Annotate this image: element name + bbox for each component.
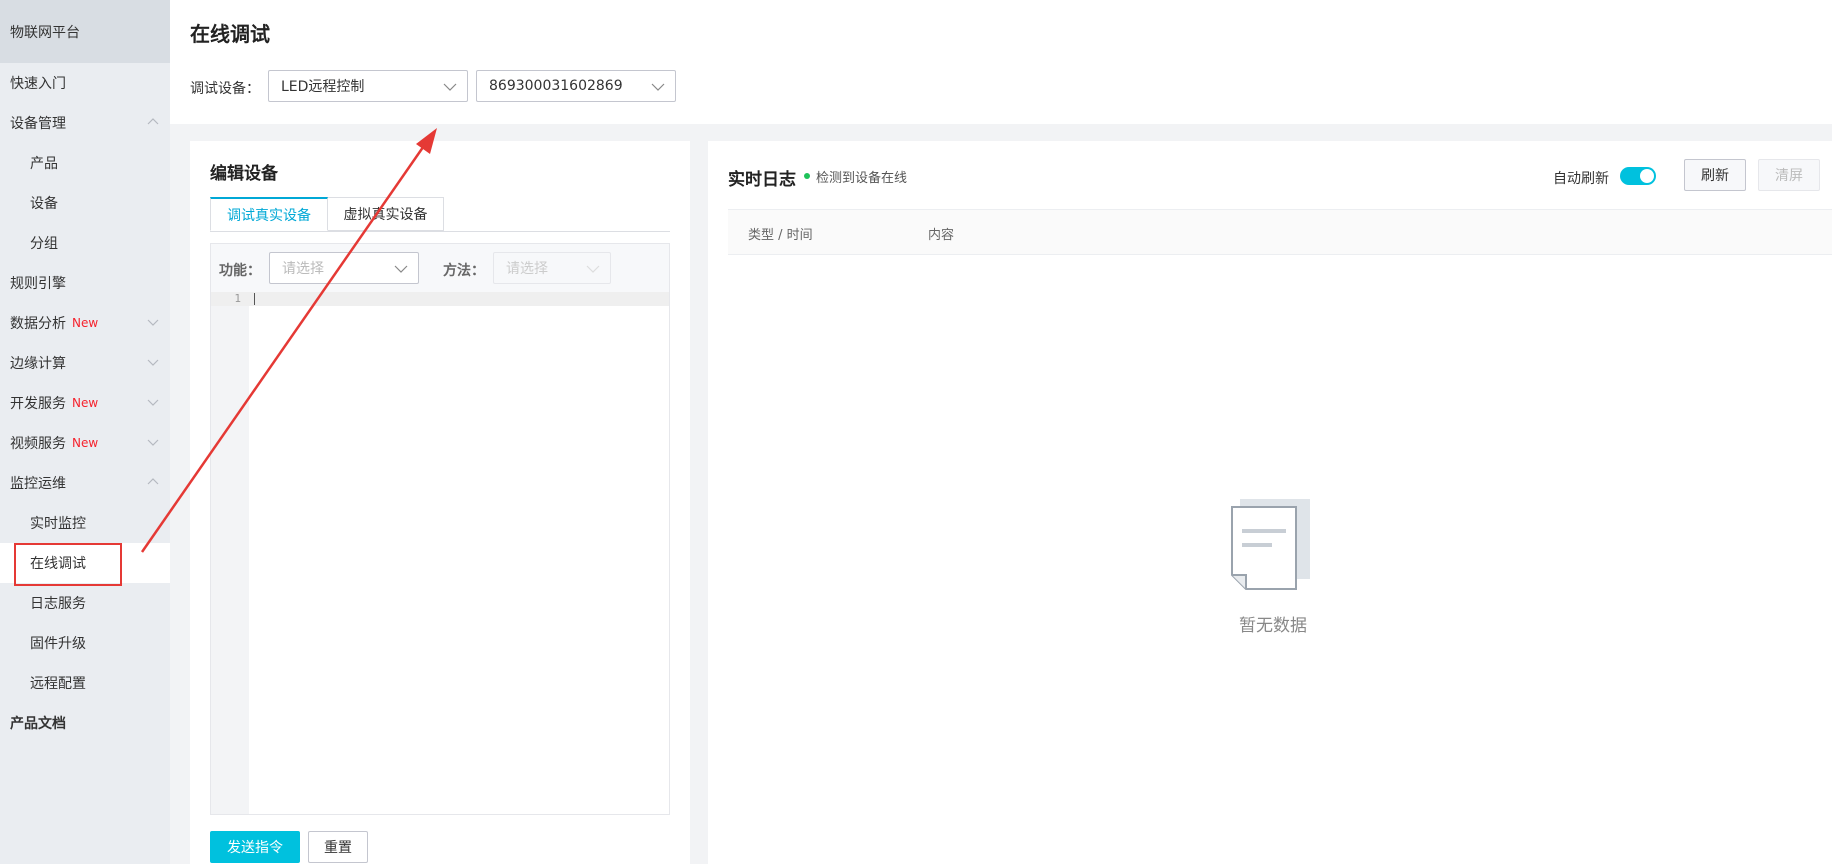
- sidebar-item-label: 产品: [30, 156, 58, 172]
- line-number: 1: [234, 292, 241, 305]
- edit-device-title: 编辑设备: [210, 164, 278, 184]
- sidebar-item-product-docs[interactable]: 产品文档: [0, 703, 170, 743]
- chevron-down-icon: [586, 262, 600, 280]
- chevron-down-icon: [146, 395, 160, 409]
- sidebar-item-firmware-upgrade[interactable]: 固件升级: [0, 623, 170, 663]
- log-table-header: 类型 / 时间 内容: [728, 209, 1832, 255]
- chevron-down-icon: [651, 80, 665, 98]
- auto-refresh-toggle[interactable]: [1620, 167, 1656, 185]
- chevron-down-icon: [394, 262, 408, 280]
- tab-virtual-device[interactable]: 虚拟真实设备: [328, 197, 444, 231]
- sidebar-item-edge-computing[interactable]: 边缘计算: [0, 343, 170, 383]
- reset-button[interactable]: 重置: [308, 831, 368, 863]
- sidebar-item-label: 在线调试: [30, 556, 86, 572]
- sidebar-item-remote-config[interactable]: 远程配置: [0, 663, 170, 703]
- sidebar-item-label: 快速入门: [10, 76, 66, 92]
- product-select[interactable]: LED远程控制: [268, 70, 468, 102]
- sidebar-item-label: 日志服务: [30, 596, 86, 612]
- new-badge: New: [72, 396, 99, 410]
- chevron-up-icon: [146, 115, 160, 129]
- sidebar: 物联网平台 快速入门 设备管理 产品 设备 分组 规则引擎 数据分析 New 边缘…: [0, 0, 170, 864]
- sidebar-item-label: 规则引擎: [10, 276, 66, 292]
- new-badge: New: [72, 436, 99, 450]
- function-label: 功能：: [219, 263, 261, 279]
- method-label: 方法：: [443, 263, 485, 279]
- sidebar-item-label: 边缘计算: [10, 356, 66, 372]
- sidebar-item-product[interactable]: 产品: [0, 143, 170, 183]
- sidebar-item-dev-services[interactable]: 开发服务 New: [0, 383, 170, 423]
- sidebar-item-label: 数据分析: [10, 316, 66, 332]
- chevron-down-icon: [443, 80, 457, 98]
- product-select-value: LED远程控制: [281, 79, 365, 95]
- sidebar-item-monitoring-ops[interactable]: 监控运维: [0, 463, 170, 503]
- sidebar-item-label: 设备管理: [10, 116, 66, 132]
- tab-real-device[interactable]: 调试真实设备: [210, 197, 328, 231]
- sidebar-item-label: 远程配置: [30, 676, 86, 692]
- function-select[interactable]: 请选择: [269, 252, 419, 284]
- page-title: 在线调试: [190, 22, 270, 46]
- sidebar-item-device-management[interactable]: 设备管理: [0, 103, 170, 143]
- refresh-button[interactable]: 刷新: [1684, 159, 1746, 191]
- sidebar-item-label: 设备: [30, 196, 58, 212]
- sidebar-item-label: 视频服务: [10, 436, 66, 452]
- chevron-down-icon: [146, 435, 160, 449]
- chevron-down-icon: [146, 315, 160, 329]
- send-command-button[interactable]: 发送指令: [210, 831, 300, 863]
- device-select-value: 869300031602869: [489, 78, 623, 94]
- column-type-time: 类型 / 时间: [748, 228, 813, 243]
- sidebar-item-label: 实时监控: [30, 516, 86, 532]
- empty-document-icon: [1230, 497, 1312, 593]
- sidebar-item-label: 分组: [30, 236, 58, 252]
- sidebar-item-data-analysis[interactable]: 数据分析 New: [0, 303, 170, 343]
- device-tabs: 调试真实设备 虚拟真实设备: [210, 197, 670, 232]
- auto-refresh-label: 自动刷新: [1553, 171, 1609, 187]
- active-line-highlight: [211, 292, 669, 306]
- online-status-text: 检测到设备在线: [816, 171, 908, 186]
- brand-title: 物联网平台: [0, 0, 170, 63]
- debug-device-label: 调试设备：: [190, 81, 260, 97]
- realtime-log-title: 实时日志: [728, 170, 796, 190]
- sidebar-item-label: 监控运维: [10, 476, 66, 492]
- sidebar-item-online-debug[interactable]: 在线调试: [0, 543, 170, 583]
- text-cursor: [254, 293, 255, 305]
- edit-device-panel: 编辑设备 调试真实设备 虚拟真实设备 功能： 请选择 方法： 请选择 1 发送指…: [190, 141, 690, 864]
- editor-toolbar: 功能： 请选择 方法： 请选择: [211, 244, 669, 293]
- empty-state-text: 暂无数据: [1239, 616, 1307, 636]
- sidebar-item-realtime-monitor[interactable]: 实时监控: [0, 503, 170, 543]
- sidebar-item-label: 产品文档: [10, 716, 66, 732]
- sidebar-item-device[interactable]: 设备: [0, 183, 170, 223]
- chevron-up-icon: [146, 475, 160, 489]
- sidebar-item-log-service[interactable]: 日志服务: [0, 583, 170, 623]
- editor-gutter: [211, 292, 249, 814]
- online-status-dot-icon: [804, 173, 810, 179]
- sidebar-item-video-services[interactable]: 视频服务 New: [0, 423, 170, 463]
- sidebar-item-rule-engine[interactable]: 规则引擎: [0, 263, 170, 303]
- toggle-knob: [1640, 169, 1654, 183]
- chevron-down-icon: [146, 355, 160, 369]
- page-header: 在线调试 调试设备： LED远程控制 869300031602869: [170, 0, 1832, 124]
- sidebar-item-label: 固件升级: [30, 636, 86, 652]
- command-editor[interactable]: 功能： 请选择 方法： 请选择 1: [210, 243, 670, 815]
- sidebar-item-group[interactable]: 分组: [0, 223, 170, 263]
- realtime-log-panel: 实时日志 检测到设备在线 自动刷新 刷新 清屏 类型 / 时间 内容 暂无数据: [708, 141, 1832, 864]
- column-content: 内容: [928, 228, 955, 243]
- new-badge: New: [72, 316, 99, 330]
- sidebar-item-quickstart[interactable]: 快速入门: [0, 63, 170, 103]
- sidebar-item-label: 开发服务: [10, 396, 66, 412]
- device-select[interactable]: 869300031602869: [476, 70, 676, 102]
- method-select-placeholder: 请选择: [506, 261, 548, 277]
- function-select-placeholder: 请选择: [282, 261, 324, 277]
- clear-screen-button[interactable]: 清屏: [1758, 159, 1820, 191]
- method-select[interactable]: 请选择: [493, 252, 611, 284]
